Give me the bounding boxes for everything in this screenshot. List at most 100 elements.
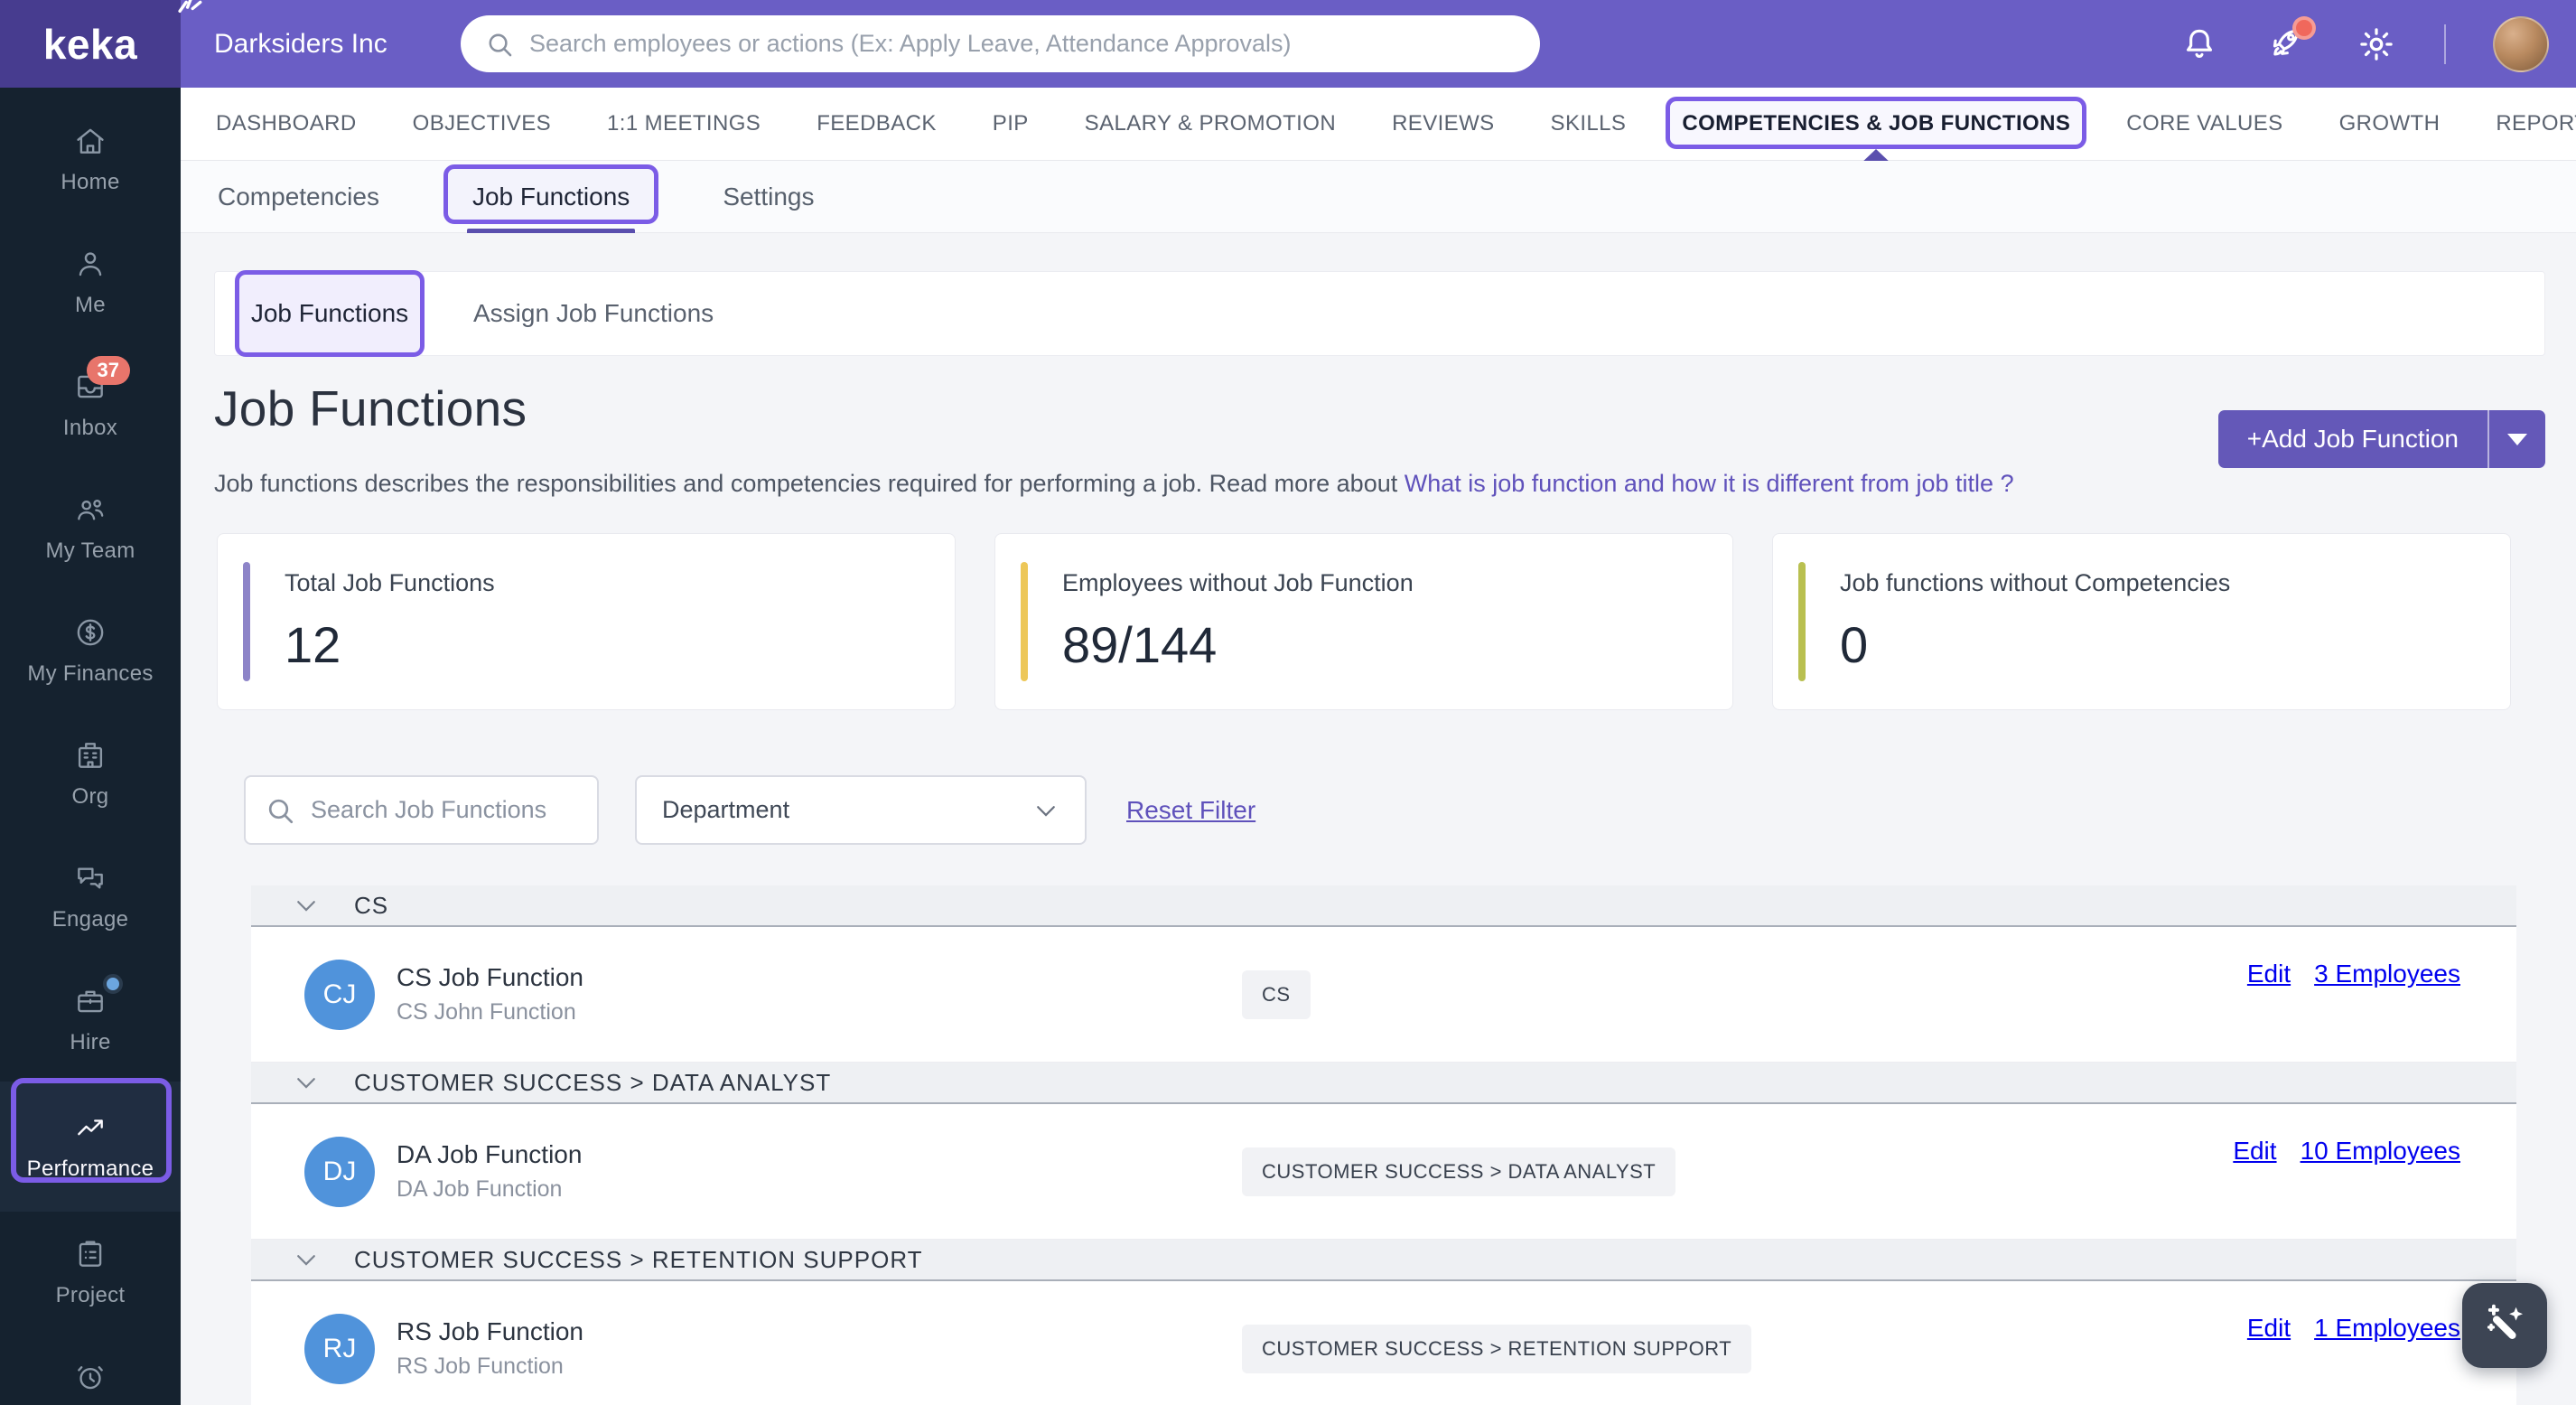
settings-gear-icon[interactable]	[2356, 23, 2397, 65]
group-header-customer-success-retention-support[interactable]: CUSTOMER SUCCESS > RETENTION SUPPORT	[251, 1240, 2516, 1281]
nav-tab-label: DASHBOARD	[216, 111, 357, 136]
employees-link[interactable]: 10 Employees	[2301, 1137, 2460, 1166]
keka-logo[interactable]: keka	[0, 0, 202, 88]
sidebar-item-my-finances[interactable]: My Finances	[0, 590, 181, 713]
nav-tab-salary-promotion[interactable]: SALARY & PROMOTION	[1083, 104, 1338, 144]
sub-tab-competencies[interactable]: Competencies	[214, 173, 383, 220]
sidebar-item-time-attend[interactable]: Time Attend	[0, 1335, 181, 1405]
global-search-input[interactable]: Search employees or actions (Ex: Apply L…	[461, 15, 1540, 72]
user-avatar[interactable]	[2493, 15, 2549, 72]
stat-value: 12	[285, 616, 341, 673]
nav-tab-skills[interactable]: SKILLS	[1549, 104, 1629, 144]
performance-icon	[73, 1110, 107, 1149]
sub-tab-job-functions[interactable]: Job Functions	[443, 164, 659, 237]
sub-tab-label: Competencies	[218, 182, 379, 211]
sidebar-item-inbox[interactable]: 37 Inbox	[0, 344, 181, 467]
job-function-help-link[interactable]: What is job function and how it is diffe…	[1405, 470, 2014, 497]
row-da-job-function: DJ DA Job Function DA Job Function CUSTO…	[251, 1104, 2516, 1240]
chevron-down-icon	[2507, 433, 2527, 445]
page-title: Job Functions	[214, 380, 527, 436]
nav-tab-1-1-meetings[interactable]: 1:1 MEETINGS	[605, 104, 762, 144]
group-header-customer-success-data-analyst[interactable]: CUSTOMER SUCCESS > DATA ANALYST	[251, 1063, 2516, 1104]
sidebar-item-my-team[interactable]: My Team	[0, 467, 181, 590]
group-name: CS	[354, 891, 389, 919]
row-rs-job-function: RJ RS Job Function RS Job Function CUSTO…	[251, 1281, 2516, 1405]
sidebar-item-me[interactable]: Me	[0, 221, 181, 344]
sidebar-item-label: Project	[55, 1283, 126, 1307]
sidebar-item-label: Hire	[70, 1030, 111, 1054]
sidebar-item-hire[interactable]: Hire	[0, 959, 181, 1082]
department-filter-select[interactable]: Department	[635, 775, 1087, 845]
nav-tab-reports[interactable]: REPORTS	[2494, 104, 2576, 144]
stat-label: Job functions without Competencies	[1840, 569, 2231, 596]
filter-bar: Search Job Functions Department Reset Fi…	[244, 775, 1255, 845]
hire-icon	[73, 984, 107, 1023]
employees-link[interactable]: 1 Employees	[2314, 1314, 2460, 1343]
employees-link[interactable]: 3 Employees	[2314, 960, 2460, 988]
reset-filter-link[interactable]: Reset Filter	[1126, 796, 1255, 825]
sub-tab-label: Job Functions	[471, 182, 630, 211]
sidebar-item-engage[interactable]: Engage	[0, 836, 181, 959]
inner-tab-job-functions[interactable]: Job Functions	[235, 270, 425, 357]
stat-card-total-job-functions: Total Job Functions 12	[217, 533, 956, 710]
sub-tab-label: Settings	[723, 182, 815, 211]
sidebar-item-home[interactable]: Home	[0, 98, 181, 221]
edit-link[interactable]: Edit	[2233, 1137, 2276, 1166]
nav-tab-pip[interactable]: PIP	[991, 104, 1031, 144]
sidebar-item-performance[interactable]: Performance	[0, 1078, 181, 1212]
inner-tab-label: Job Functions	[250, 299, 409, 327]
nav-tab-label: SALARY & PROMOTION	[1084, 111, 1337, 136]
stat-value: 89/144	[1062, 616, 1218, 673]
competencies-subnav: Competencies Job Functions Settings	[181, 161, 2576, 237]
nav-tab-reviews[interactable]: REVIEWS	[1390, 104, 1496, 144]
edit-link[interactable]: Edit	[2247, 960, 2291, 988]
add-job-function-button[interactable]: +Add Job Function	[2218, 410, 2487, 468]
job-function-title[interactable]: RS Job Function	[397, 1317, 583, 1346]
sidebar-item-label: Me	[75, 293, 106, 317]
inbox-count-badge: 37	[86, 356, 130, 385]
sidebar-item-label: Inbox	[62, 416, 118, 440]
time-icon	[73, 1360, 107, 1399]
group-header-cs[interactable]: CS	[251, 885, 2516, 927]
nav-tab-label: GROWTH	[2338, 111, 2441, 136]
add-job-function-split-button: +Add Job Function	[2217, 410, 2545, 468]
job-function-subtitle: CS John Function	[397, 999, 576, 1025]
search-job-functions-input[interactable]: Search Job Functions	[244, 775, 599, 845]
nav-tab-competencies-job-functions[interactable]: COMPETENCIES & JOB FUNCTIONS	[1666, 97, 2087, 165]
sidebar-item-label: Home	[61, 170, 120, 194]
main-sidebar: Home Me 37 Inbox My Team My Finances Org…	[0, 88, 181, 1405]
job-function-title[interactable]: CS Job Function	[397, 963, 583, 992]
me-icon	[73, 247, 107, 286]
org-icon	[73, 738, 107, 777]
whats-new-rocket-icon[interactable]	[2267, 15, 2316, 65]
nav-tab-label: 1:1 MEETINGS	[607, 111, 761, 136]
add-job-function-dropdown-toggle[interactable]	[2489, 410, 2545, 468]
global-search-placeholder: Search employees or actions (Ex: Apply L…	[529, 30, 1292, 57]
job-function-subtitle: RS Job Function	[397, 1353, 564, 1379]
app-root: keka Darksiders Inc Search employees or …	[0, 0, 2576, 1405]
nav-tab-feedback[interactable]: FEEDBACK	[815, 104, 938, 144]
home-icon	[73, 124, 107, 163]
sidebar-item-org[interactable]: Org	[0, 713, 181, 836]
company-name[interactable]: Darksiders Inc	[214, 29, 387, 60]
nav-tab-core-values[interactable]: CORE VALUES	[2124, 104, 2284, 144]
chevron-down-icon	[297, 901, 315, 912]
sidebar-item-project[interactable]: Project	[0, 1212, 181, 1335]
inner-tab-assign-job-functions[interactable]: Assign Job Functions	[473, 272, 714, 355]
nav-tab-objectives[interactable]: OBJECTIVES	[411, 104, 553, 144]
sub-tab-settings[interactable]: Settings	[719, 173, 817, 220]
stat-label: Employees without Job Function	[1062, 569, 1414, 596]
job-function-title[interactable]: DA Job Function	[397, 1140, 582, 1169]
sidebar-item-label: Org	[71, 784, 109, 809]
nav-tab-dashboard[interactable]: DASHBOARD	[214, 104, 359, 144]
magic-wand-fab[interactable]	[2462, 1283, 2547, 1368]
inner-tab-label: Assign Job Functions	[473, 299, 714, 327]
engage-icon	[73, 861, 107, 900]
group-name: CUSTOMER SUCCESS > RETENTION SUPPORT	[354, 1245, 923, 1273]
chevron-down-icon	[297, 1255, 315, 1266]
nav-tab-growth[interactable]: GROWTH	[2338, 104, 2442, 144]
notifications-bell-icon[interactable]	[2179, 23, 2220, 65]
edit-link[interactable]: Edit	[2247, 1314, 2291, 1343]
stat-cards: Total Job Functions 12 Employees without…	[217, 533, 2511, 710]
hire-notification-dot	[103, 974, 123, 994]
